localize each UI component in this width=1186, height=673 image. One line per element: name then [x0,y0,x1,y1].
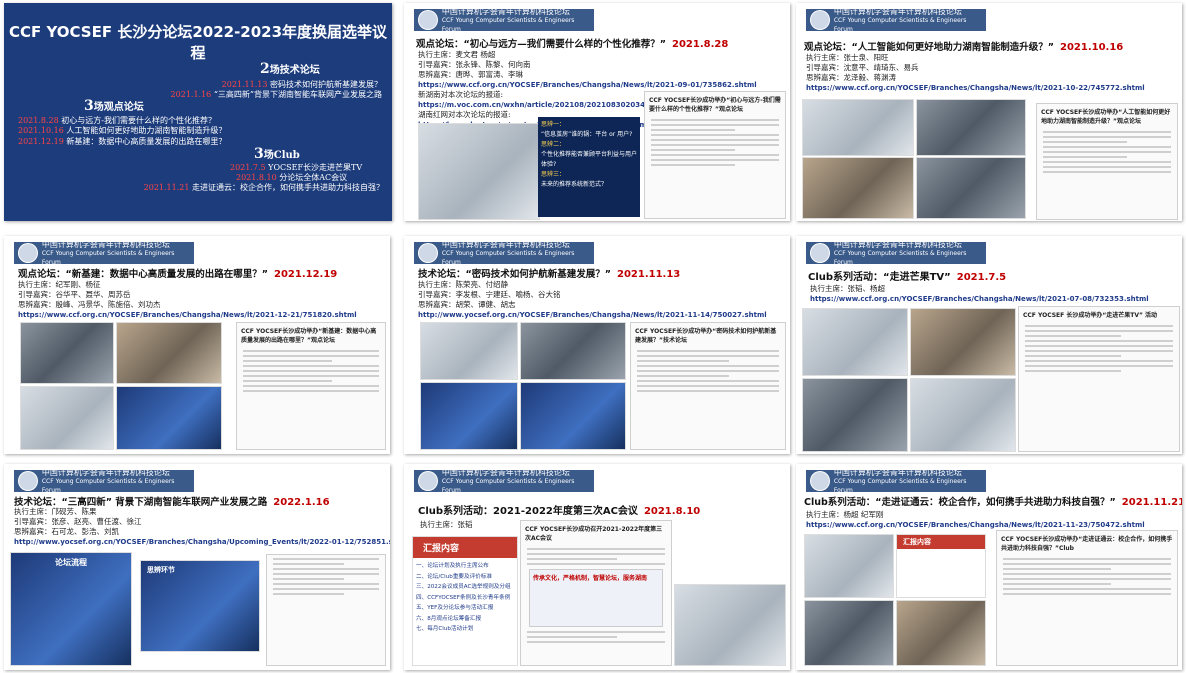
ccf-logo-banner: 中国计算机学会青年计算机科技论坛 CCF Young Computer Scien… [414,468,594,494]
news-article-doc: CCF YOCSEF长沙成功举办“初心与远方-我们需要什么样的个性化推荐？”观点… [644,91,786,219]
event-photo [20,322,114,384]
slide-info: 执行主席：纪军刚、杨征 引导嘉宾：谷华平、聂华、周苏岳 思辨嘉宾：殷峰、冯景华、陈施… [18,280,357,320]
slide-title: 技术论坛：“密码技术如何护航新基建发展？” 2021.11.13 [418,269,681,280]
slide-title: Club系列活动：“走进芒果TV” 2021.7.5 [808,272,1007,283]
ccf-seal-icon [18,243,38,263]
video-conference-photo [674,584,786,666]
slide-forum-cryptography: 中国计算机学会青年计算机科技论坛 CCF Young Computer Scien… [404,236,790,454]
news-article-doc: CCF YOCSEF长沙成功举办“走进证通云：校企合作，如何携手共进助力科技自强… [996,530,1178,666]
event-photo [802,99,914,156]
ccf-logo-banner: 中国计算机学会青年计算机科技论坛 CCF Young Computer Scien… [14,240,194,266]
slide-title: 观点论坛：“初心与远方—我们需要什么样的个性化推荐？” 2021.8.28 [416,39,729,50]
news-link[interactable]: https://www.ccf.org.cn/YOCSEF/Branches/C… [810,294,1149,304]
slide-club-zhengtongyun: 中国计算机学会青年计算机科技论坛 CCF Young Computer Scien… [796,464,1182,670]
news-link[interactable]: https://www.ccf.org.cn/YOCSEF/Branches/C… [806,83,1145,93]
ccf-seal-icon [810,243,830,263]
event-photo [804,600,894,666]
news-article-doc: CCF YOCSEF长沙成功召开2021-2022年度第三次AC会议 传承文化，… [520,520,672,666]
slide-title: Club系列活动：“走进证通云：校企合作，如何携手共进助力科技自强？” 2021.… [804,497,1182,508]
news-article-doc [266,554,386,666]
ccf-seal-icon [418,10,438,30]
agenda-line: 2021.10.16 人工智能如何更好地助力湖南智能制造升级？ [18,126,227,135]
forum-process-panel: 论坛流程 [10,552,132,666]
ccf-seal-icon [418,243,438,263]
slide-forum-data-center: 中国计算机学会青年计算机科技论坛 CCF Young Computer Scien… [4,236,390,454]
slide-title: 观点论坛：“人工智能如何更好地助力湖南智能制造升级？” 2021.10.16 [804,42,1124,53]
event-photo [916,157,1026,219]
event-photo [116,322,222,384]
event-photo [910,378,1016,452]
news-link[interactable]: http://www.yocsef.org.cn/YOCSEF/Branches… [14,537,390,547]
event-photo [802,157,914,219]
event-photo [420,322,518,380]
news-article-doc: CCF YOCSEF 长沙成功举办“走进芒果TV” 活动 [1018,306,1180,452]
debate-panel: 思辨环节 [140,560,260,652]
event-slide-image [520,382,626,450]
ccf-logo-banner: 中国计算机学会青年计算机科技论坛 CCF Young Computer Scien… [806,7,986,33]
ccf-logo-banner: 中国计算机学会青年计算机科技论坛 CCF Young Computer Scien… [414,7,594,33]
event-photo [916,99,1026,156]
section-view-heading: 3场观点论坛 [84,98,144,114]
event-photo [896,600,986,666]
news-article-doc: CCF YOCSEF长沙成功举办“密码技术如何护航新基建发展？”技术论坛 [630,322,786,450]
slide-agenda: CCF YOCSEF 长沙分论坛2022-2023年度换届选举议程 2场技术论坛… [4,3,392,221]
event-photo [802,308,908,376]
news-link[interactable]: https://www.ccf.org.cn/YOCSEF/Branches/C… [806,520,1145,530]
slide-info: 执行主席：张韬 [420,520,473,529]
ccf-seal-icon [810,10,830,30]
event-slide-image [420,382,518,450]
slide-title: 观点论坛：“新基建：数据中心高质量发展的出路在哪里？” 2021.12.19 [18,269,338,280]
slide-club-ac-meeting: 中国计算机学会青年计算机科技论坛 CCF Young Computer Scien… [404,464,790,670]
debate-topics-box: 思辨一： “信息茧房”谁的锅：平台 or 用户? 思辨二： 个性化推荐能否兼顾平台利… [538,117,640,217]
slide-club-mango-tv: 中国计算机学会青年计算机科技论坛 CCF Young Computer Scien… [796,236,1182,454]
ccf-logo-banner: 中国计算机学会青年计算机科技论坛 CCF Young Computer Scien… [14,468,194,494]
slide-forum-recommendation: 中国计算机学会青年计算机科技论坛 CCF Young Computer Scien… [404,3,790,221]
agenda-panel: 汇报内容 一、论坛计划及执行主席公布 二、论坛/Club重要及评价标准 三、2022… [412,536,518,666]
event-photo [910,308,1016,376]
slide-info: 执行主席：杨超 纪军刚 https://www.ccf.org.cn/YOCSE… [806,510,1145,530]
agenda-panel: 汇报内容 [896,534,986,598]
event-photo [520,322,626,380]
event-photo [804,534,894,598]
ccf-seal-icon [18,471,38,491]
slide-forum-connected-vehicles: 中国计算机学会青年计算机科技论坛 CCF Young Computer Scien… [4,464,390,670]
slide-title: Club系列活动：2021-2022年度第三次AC会议 2021.8.10 [418,506,701,517]
slide-forum-ai-manufacturing: 中国计算机学会青年计算机科技论坛 CCF Young Computer Scien… [796,3,1182,221]
slogan-box: 传承文化，严格机制，智慧论坛，服务湖南 [529,569,663,627]
agenda-line: 2021.12.19 新基建：数据中心高质量发展的出路在哪里？ [18,137,227,146]
slide-info: 执行主席：张士泉、阳旺 引导嘉宾：沈意平、靖琦东、易兵 思辨嘉宾：龙泽毅、蒋渊涛 h… [806,53,1145,93]
section-club-heading: 3场Club [254,146,300,162]
ccf-logo-banner: 中国计算机学会青年计算机科技论坛 CCF Young Computer Scien… [806,240,986,266]
ccf-seal-icon [418,471,438,491]
event-photo [116,386,222,450]
news-link[interactable]: https://www.ccf.org.cn/YOCSEF/Branches/C… [18,310,357,320]
ccf-logo-banner: 中国计算机学会青年计算机科技论坛 CCF Young Computer Scien… [806,468,986,494]
agenda-title: CCF YOCSEF 长沙分论坛2022-2023年度换届选举议程 [8,23,388,62]
event-photo [802,378,908,452]
news-link[interactable]: http://www.yocsef.org.cn/YOCSEF/Branches… [418,310,767,320]
ccf-seal-icon [810,471,830,491]
agenda-line: 2021.11.21 走进证通云：校企合作，如何携手共进助力科技自强？ [143,183,384,192]
section-tech-heading: 2场技术论坛 [260,61,320,77]
news-article-doc: CCF YOCSEF长沙成功举办“人工智能如何更好地助力湖南智能制造升级？”观点… [1036,103,1178,220]
slide-info: 执行主席：张韬、杨超 https://www.ccf.org.cn/YOCSEF… [810,284,1149,304]
ccf-logo-banner: 中国计算机学会青年计算机科技论坛 CCF Young Computer Scien… [414,240,594,266]
slide-title: 技术论坛：“三高四新” 背景下湖南智能车联网产业发展之路 2022.1.16 [14,497,330,508]
news-link[interactable]: https://www.ccf.org.cn/YOCSEF/Branches/C… [418,80,757,90]
slide-info: 执行主席：邝砚芳、陈果 引导嘉宾：张彦、赵亮、曹任渡、徐江 思辨嘉宾：石可龙、彭浩、… [14,507,390,547]
event-photo [20,386,114,450]
news-article-doc: CCF YOCSEF长沙成功举办“新基建：数据中心高质量发展的出路在哪里？”观点… [236,322,386,450]
slide-info: 执行主席：陈荣亮、付绍静 引导嘉宾：李发根、宁建廷、喻杨、谷大铭 思辨嘉宾：胡荣、谭… [418,280,767,320]
video-conference-photo [418,123,540,220]
agenda-line: 2021.1.16 “三高四新”背景下湖南智能车联网产业发展之路 [170,90,382,99]
